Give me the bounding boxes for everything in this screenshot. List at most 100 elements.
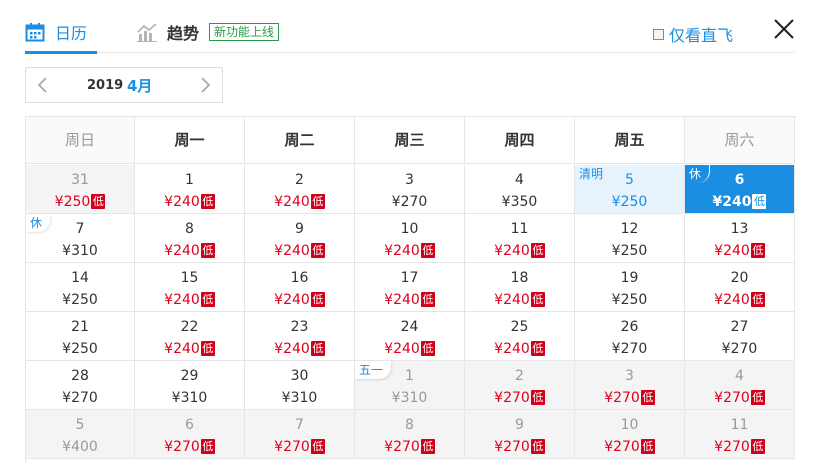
chevron-left-icon[interactable] [36, 77, 50, 93]
day-cell[interactable]: 9 ¥240 低 [245, 214, 355, 263]
low-price-badge: 低 [640, 390, 655, 405]
day-price: ¥270 [721, 341, 758, 357]
day-cell[interactable]: 五一 1 ¥310 [355, 361, 465, 410]
low-price-badge: 低 [420, 292, 435, 307]
day-price: ¥250 [62, 341, 98, 357]
day-cell[interactable]: 25 ¥240 低 [465, 312, 575, 361]
weekday-header: 周三 [355, 117, 465, 164]
day-cell[interactable]: 2 ¥270 低 [465, 361, 575, 410]
low-price-badge: 低 [750, 439, 765, 454]
day-price: ¥250 [611, 243, 648, 259]
day-price: ¥240 低 [164, 243, 215, 259]
day-cell[interactable]: 12 ¥250 [575, 214, 685, 263]
day-cell[interactable]: 31 ¥250 低 [26, 165, 135, 214]
day-price: ¥240 低 [274, 292, 325, 308]
tab-trend[interactable]: 趋势 新功能上线 [137, 20, 280, 44]
day-number: 17 [400, 270, 419, 286]
low-price-badge: 低 [310, 292, 325, 307]
day-number: 3 [405, 172, 414, 188]
day-cell[interactable]: 3 ¥270 低 [575, 361, 685, 410]
day-price: ¥310 [171, 390, 208, 406]
day-cell[interactable]: 14 ¥250 [26, 263, 135, 312]
day-cell[interactable]: 7 ¥270 低 [245, 410, 355, 459]
day-cell[interactable]: 23 ¥240 低 [245, 312, 355, 361]
day-number: 18 [510, 270, 529, 286]
day-cell[interactable]: 13 ¥240 低 [685, 214, 795, 263]
day-cell[interactable]: 18 ¥240 低 [465, 263, 575, 312]
day-number: 23 [290, 319, 309, 335]
day-cell[interactable]: 17 ¥240 低 [355, 263, 465, 312]
low-price-badge: 低 [310, 341, 325, 356]
day-cell[interactable]: 4 ¥350 [465, 165, 575, 214]
low-price-badge: 低 [310, 243, 325, 258]
day-number: 20 [730, 270, 749, 286]
low-price-badge: 低 [640, 439, 655, 454]
day-price: ¥350 [501, 194, 538, 210]
day-cell[interactable]: 29 ¥310 [135, 361, 245, 410]
day-cell[interactable]: 清明 5 ¥250 [575, 165, 685, 214]
day-cell[interactable]: 9 ¥270 低 [465, 410, 575, 459]
day-price: ¥240 低 [164, 341, 215, 357]
day-number: 2 [295, 172, 304, 188]
selected-day-cell[interactable]: 休 6 ¥240 低 [685, 165, 795, 214]
weekday-header: 周日 [26, 117, 135, 164]
low-price-badge: 低 [530, 243, 545, 258]
day-cell[interactable]: 11 ¥270 低 [685, 410, 795, 459]
day-cell[interactable]: 24 ¥240 低 [355, 312, 465, 361]
day-cell[interactable]: 8 ¥240 低 [135, 214, 245, 263]
day-price: ¥240 低 [274, 341, 325, 357]
tab-calendar-label: 日历 [55, 24, 88, 43]
day-price: ¥240 低 [494, 341, 545, 357]
day-cell[interactable]: 2 ¥240 低 [245, 165, 355, 214]
day-cell[interactable]: 27 ¥270 [685, 312, 795, 361]
top-bar: 日历 趋势 新功能上线 仅看直飞 [25, 14, 795, 54]
day-cell[interactable]: 11 ¥240 低 [465, 214, 575, 263]
day-price: ¥270 低 [274, 439, 325, 455]
day-cell[interactable]: 休 7 ¥310 [26, 214, 135, 263]
day-price: ¥240 低 [274, 243, 325, 259]
day-number: 9 [515, 417, 524, 433]
close-icon[interactable] [773, 18, 795, 40]
day-cell[interactable]: 16 ¥240 低 [245, 263, 355, 312]
day-number: 28 [71, 368, 89, 384]
day-cell[interactable]: 30 ¥310 [245, 361, 355, 410]
day-cell[interactable]: 21 ¥250 [26, 312, 135, 361]
low-price-badge: 低 [530, 439, 545, 454]
day-number: 7 [295, 417, 304, 433]
day-cell[interactable]: 6 ¥270 低 [135, 410, 245, 459]
day-cell[interactable]: 20 ¥240 低 [685, 263, 795, 312]
day-number: 13 [730, 221, 749, 237]
day-price: ¥250 [611, 292, 648, 308]
day-price: ¥240 低 [384, 243, 435, 259]
day-cell[interactable]: 15 ¥240 低 [135, 263, 245, 312]
day-price: ¥240 低 [714, 292, 765, 308]
day-cell[interactable]: 3 ¥270 [355, 165, 465, 214]
direct-only-checkbox[interactable] [653, 28, 664, 40]
tab-calendar[interactable]: 日历 [25, 20, 97, 54]
day-cell[interactable]: 10 ¥270 低 [575, 410, 685, 459]
day-cell[interactable]: 5 ¥400 [26, 410, 135, 459]
day-number: 27 [730, 319, 749, 335]
weekday-header: 周四 [465, 117, 575, 164]
day-price: ¥270 [611, 341, 648, 357]
low-price-badge: 低 [752, 194, 767, 209]
day-cell[interactable]: 10 ¥240 低 [355, 214, 465, 263]
day-cell[interactable]: 19 ¥250 [575, 263, 685, 312]
day-number: 4 [735, 368, 744, 384]
day-price: ¥270 低 [494, 390, 545, 406]
chevron-right-icon[interactable] [198, 77, 212, 93]
day-cell[interactable]: 28 ¥270 [26, 361, 135, 410]
day-cell[interactable]: 1 ¥240 低 [135, 165, 245, 214]
day-number: 16 [290, 270, 309, 286]
day-price: ¥310 [391, 390, 428, 406]
day-number: 10 [400, 221, 419, 237]
day-cell[interactable]: 22 ¥240 低 [135, 312, 245, 361]
day-price: ¥270 低 [164, 439, 215, 455]
weekday-header: 周六 [685, 117, 795, 164]
day-price: ¥240 低 [494, 292, 545, 308]
day-cell[interactable]: 4 ¥270 低 [685, 361, 795, 410]
day-cell[interactable]: 8 ¥270 低 [355, 410, 465, 459]
day-cell[interactable]: 26 ¥270 [575, 312, 685, 361]
direct-only-filter[interactable]: 仅看直飞 [653, 22, 733, 46]
day-number: 9 [295, 221, 304, 237]
